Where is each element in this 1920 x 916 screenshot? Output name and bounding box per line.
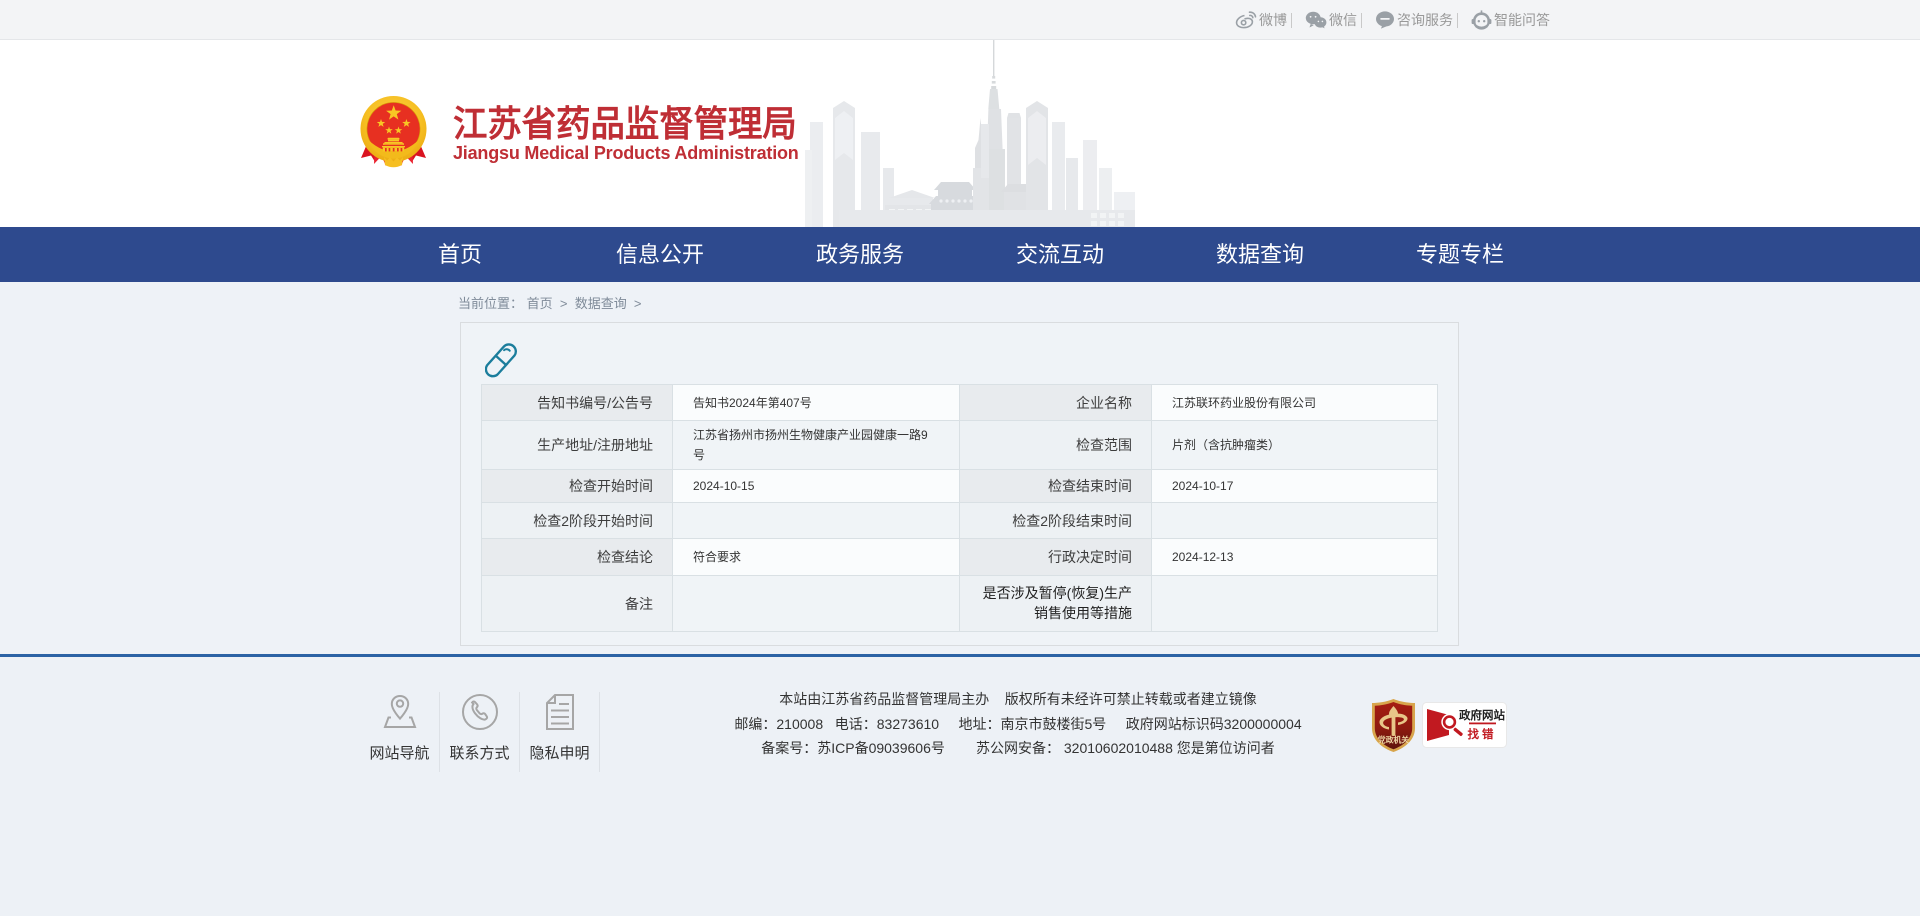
svg-text:党政机关: 党政机关 xyxy=(1378,735,1409,745)
svg-text:找错: 找错 xyxy=(1468,727,1497,741)
svg-text:政府网站: 政府网站 xyxy=(1459,708,1505,722)
